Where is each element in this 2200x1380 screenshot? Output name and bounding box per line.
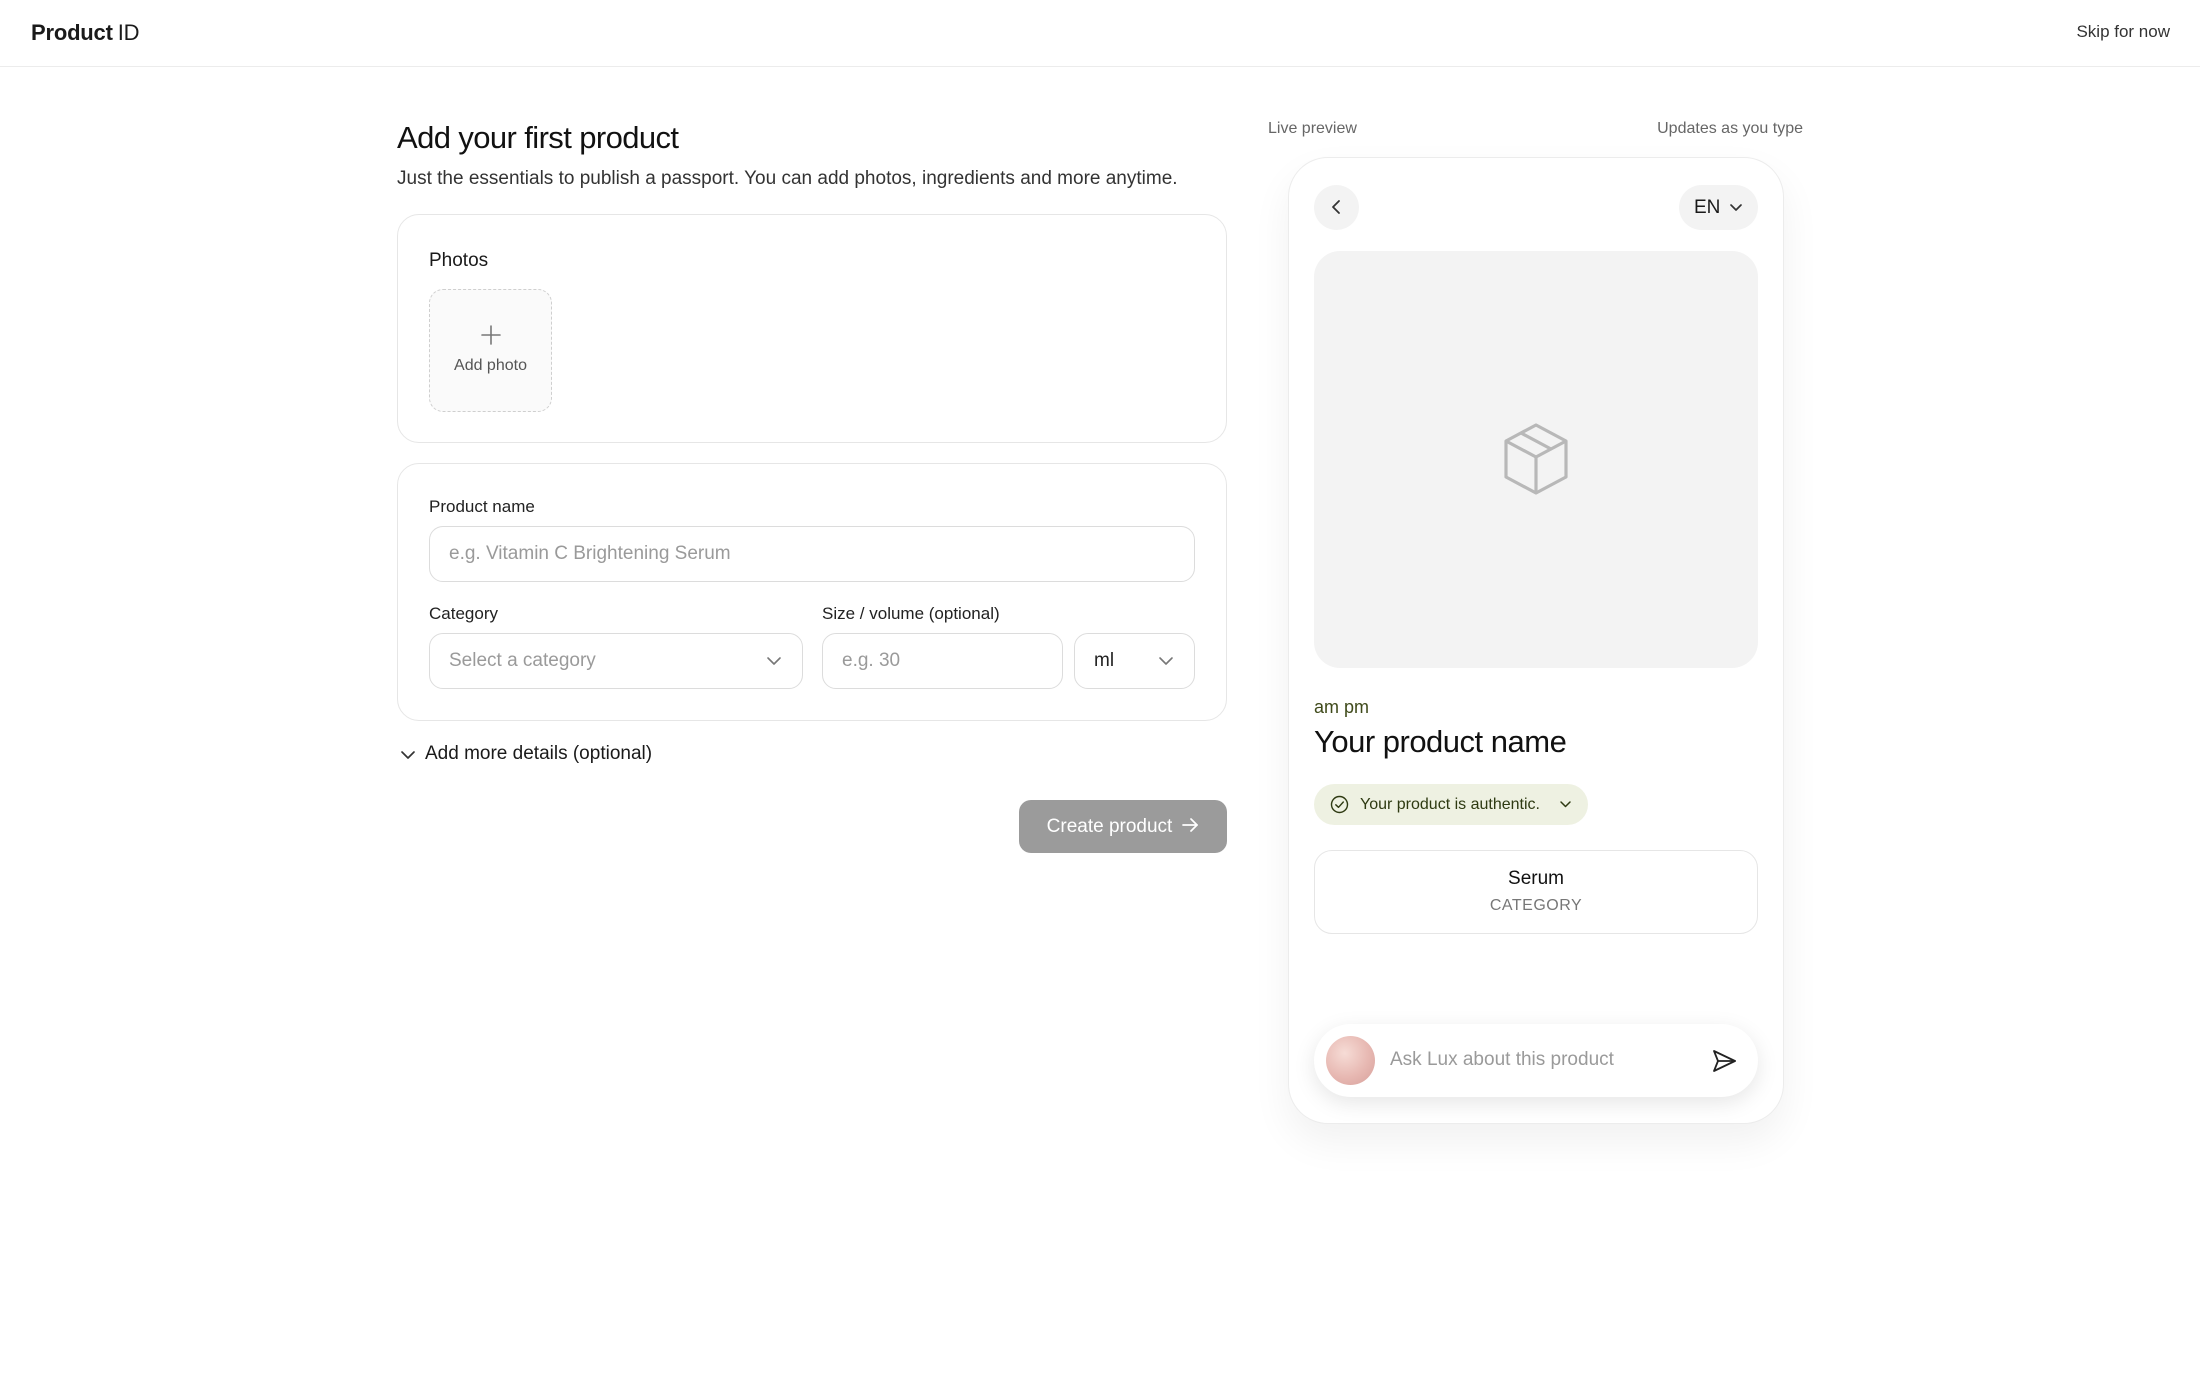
unit-value: ml xyxy=(1094,650,1115,671)
category-info-card: Serum CATEGORY xyxy=(1314,850,1758,934)
send-icon[interactable] xyxy=(1710,1047,1738,1075)
page-subtitle: Just the essentials to publish a passpor… xyxy=(397,168,1178,189)
photos-card: Photos Add photo xyxy=(397,214,1227,443)
create-product-label: Create product xyxy=(1046,816,1173,837)
phone-preview: EN am pm Your product name Your product … xyxy=(1288,157,1784,1124)
language-selector[interactable]: EN xyxy=(1679,185,1758,230)
chevron-down-icon xyxy=(767,657,781,665)
category-select[interactable]: Select a category xyxy=(429,633,803,689)
category-placeholder: Select a category xyxy=(449,650,596,671)
photos-title: Photos xyxy=(429,250,489,271)
category-label: Category xyxy=(429,604,498,623)
product-image-placeholder xyxy=(1314,251,1758,668)
ask-lux-placeholder: Ask Lux about this product xyxy=(1390,1049,1614,1070)
chevron-down-icon xyxy=(1560,801,1571,808)
category-caption: CATEGORY xyxy=(1489,897,1583,914)
check-circle-icon xyxy=(1330,795,1349,814)
chevron-down-icon xyxy=(401,751,415,759)
chevron-left-icon xyxy=(1332,200,1340,214)
authenticity-label: Your product is authentic. xyxy=(1360,796,1540,813)
chevron-down-icon xyxy=(1159,657,1173,665)
updates-as-you-type-label: Updates as you type xyxy=(1657,120,1803,137)
live-preview-label: Live preview xyxy=(1268,120,1357,137)
skip-for-now-link[interactable]: Skip for now xyxy=(2076,22,2170,42)
size-placeholder: e.g. 30 xyxy=(842,650,901,671)
product-name-label: Product name xyxy=(429,497,535,516)
authenticity-badge[interactable]: Your product is authentic. xyxy=(1314,784,1588,825)
chevron-down-icon xyxy=(1730,204,1742,211)
category-value: Serum xyxy=(1508,868,1564,889)
top-bar: Product ID Skip for now xyxy=(0,0,2200,67)
product-name-placeholder: e.g. Vitamin C Brightening Serum xyxy=(449,543,731,564)
page-title: Add your first product xyxy=(397,120,679,155)
details-card: Product name e.g. Vitamin C Brightening … xyxy=(397,463,1227,721)
back-button[interactable] xyxy=(1314,185,1359,230)
add-more-details-label: Add more details (optional) xyxy=(425,743,653,764)
add-photo-button[interactable]: Add photo xyxy=(429,289,552,412)
create-product-button[interactable]: Create product xyxy=(1019,800,1227,853)
add-photo-label: Add photo xyxy=(454,357,527,374)
size-input[interactable]: e.g. 30 xyxy=(822,633,1063,689)
lux-avatar xyxy=(1326,1036,1375,1085)
plus-icon xyxy=(480,325,501,345)
product-name-input[interactable]: e.g. Vitamin C Brightening Serum xyxy=(429,526,1195,582)
arrow-right-icon xyxy=(1182,818,1199,833)
brand-logo[interactable]: Product ID xyxy=(31,20,140,46)
unit-select[interactable]: ml xyxy=(1074,633,1195,689)
preview-brand-name: am pm xyxy=(1314,697,1370,717)
size-label: Size / volume (optional) xyxy=(822,604,1000,623)
add-more-details-toggle[interactable]: Add more details (optional) xyxy=(397,743,652,765)
box-icon xyxy=(1504,423,1568,495)
preview-product-name: Your product name xyxy=(1314,724,1567,759)
language-value: EN xyxy=(1694,197,1721,218)
brand-product: Product xyxy=(31,20,113,45)
brand-id: ID xyxy=(117,20,140,45)
ask-lux-input[interactable]: Ask Lux about this product xyxy=(1314,1024,1758,1097)
